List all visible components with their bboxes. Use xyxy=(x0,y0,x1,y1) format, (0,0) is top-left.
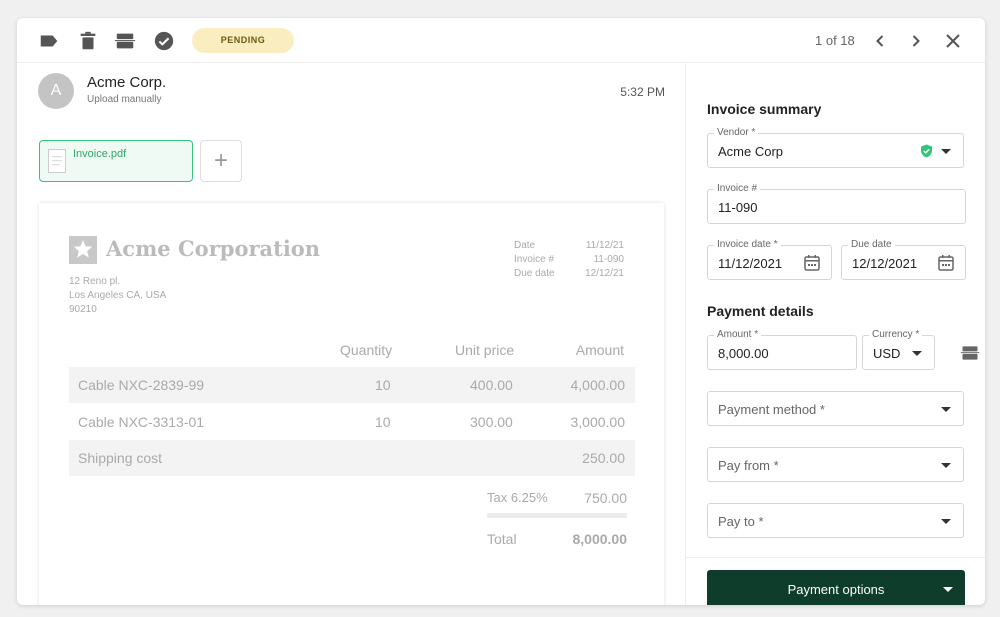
invoice-date-field[interactable]: Invoice date * 11/12/2021 xyxy=(707,239,832,280)
field-value: 11/12/2021 xyxy=(718,256,783,271)
invoice-preview: Acme Corporation 12 Reno pl. Los Angeles… xyxy=(39,203,664,605)
column-header-unit-price: Unit price xyxy=(455,342,515,358)
meta-value: 11-090 xyxy=(593,254,624,265)
add-attachment-button[interactable]: + xyxy=(200,140,242,182)
pay-from-select[interactable]: Pay from * xyxy=(707,447,964,482)
row-price: 300.00 xyxy=(470,414,513,430)
row-amount: 3,000.00 xyxy=(570,414,626,430)
message-pane: A Acme Corp. Upload manually 5:32 PM Inv… xyxy=(17,63,685,605)
address-line: 90210 xyxy=(69,304,97,315)
table-row: Cable NXC-3313-01 10 300.00 3,000.00 xyxy=(69,404,635,440)
archive-icon[interactable] xyxy=(960,343,980,363)
chevron-down-icon[interactable] xyxy=(943,587,953,592)
chevron-right-icon[interactable] xyxy=(906,31,926,51)
file-icon xyxy=(48,149,66,173)
meta-value: 12/12/21 xyxy=(585,268,624,279)
row-amount: 250.00 xyxy=(582,450,625,466)
chevron-down-icon xyxy=(941,463,951,468)
payment-method-select[interactable]: Payment method * xyxy=(707,391,964,426)
table-row: Cable NXC-2839-99 10 400.00 4,000.00 xyxy=(69,367,635,403)
sender-name: Acme Corp. xyxy=(87,74,167,91)
invoice-meta-values: 11/12/21 11-090 12/12/21 xyxy=(585,239,624,281)
field-label: Invoice # xyxy=(714,183,761,194)
address-line: Los Angeles CA, USA xyxy=(69,290,167,301)
pager-label: 1 of 18 xyxy=(815,33,855,48)
tax-label: Tax 6.25% xyxy=(487,490,548,505)
row-item: Cable NXC-2839-99 xyxy=(78,377,205,393)
calendar-icon[interactable] xyxy=(937,254,955,272)
field-value: 12/12/2021 xyxy=(852,256,918,271)
row-item: Cable NXC-3313-01 xyxy=(78,414,205,430)
trash-icon[interactable] xyxy=(77,30,99,52)
payment-options-button[interactable]: Payment options xyxy=(707,570,965,605)
close-icon[interactable] xyxy=(943,31,963,51)
meta-value: 11/12/21 xyxy=(585,240,624,251)
tag-icon[interactable] xyxy=(38,30,60,52)
field-label: Invoice date * xyxy=(714,239,781,250)
row-item: Shipping cost xyxy=(78,450,163,466)
row-amount: 4,000.00 xyxy=(570,377,626,393)
chevron-down-icon xyxy=(941,407,951,412)
archive-icon[interactable] xyxy=(114,30,136,52)
meta-label: Invoice # xyxy=(514,254,555,265)
field-label: Amount * xyxy=(714,329,762,340)
sender-source: Upload manually xyxy=(87,94,162,105)
currency-select[interactable]: Currency * USD xyxy=(862,329,935,370)
message-time: 5:32 PM xyxy=(620,85,665,99)
field-label: Currency * xyxy=(869,329,923,340)
field-placeholder: Payment method * xyxy=(718,402,825,417)
divider xyxy=(487,513,627,518)
invoice-modal: PENDING 1 of 18 A Acme Corp. Upload manu… xyxy=(17,18,985,605)
field-value: USD xyxy=(873,346,901,361)
calendar-icon[interactable] xyxy=(803,254,821,272)
due-date-field[interactable]: Due date 12/12/2021 xyxy=(841,239,966,280)
row-qty: 10 xyxy=(375,377,391,393)
column-header-amount: Amount xyxy=(575,342,624,358)
chevron-down-icon xyxy=(912,351,922,356)
divider xyxy=(686,557,985,558)
column-header-quantity: Quantity xyxy=(340,342,393,358)
shield-check-icon xyxy=(920,144,933,158)
field-label: Due date xyxy=(848,239,895,250)
payment-details-title: Payment details xyxy=(707,303,814,319)
field-value: Acme Corp xyxy=(718,144,784,159)
invoice-meta-labels: Date Invoice # Due date xyxy=(514,239,555,281)
invoice-company: Acme Corporation xyxy=(106,236,321,261)
amount-field[interactable]: Amount * 8,000.00 xyxy=(707,329,857,370)
invoice-number-field[interactable]: Invoice # 11-090 xyxy=(707,183,966,224)
field-placeholder: Pay to * xyxy=(718,514,764,529)
attachment-name: Invoice.pdf xyxy=(73,148,127,160)
invoice-address: 12 Reno pl. Los Angeles CA, USA 90210 xyxy=(69,275,166,317)
pay-to-select[interactable]: Pay to * xyxy=(707,503,964,538)
field-value: 8,000.00 xyxy=(718,346,769,361)
total-label: Total xyxy=(487,531,517,547)
button-label: Payment options xyxy=(787,582,885,597)
meta-label: Date xyxy=(514,240,536,251)
meta-label: Due date xyxy=(514,268,555,279)
toolbar: PENDING 1 of 18 xyxy=(17,18,985,63)
vendor-select[interactable]: Vendor * Acme Corp xyxy=(707,127,964,168)
table-row: Shipping cost 250.00 xyxy=(69,440,635,476)
check-circle-icon[interactable] xyxy=(153,30,175,52)
chevron-down-icon xyxy=(941,519,951,524)
summary-pane: Invoice summary Vendor * Acme Corp Invoi… xyxy=(685,63,985,605)
plus-icon: + xyxy=(213,147,228,174)
chevron-left-icon[interactable] xyxy=(870,31,890,51)
row-qty: 10 xyxy=(375,414,391,430)
invoice-summary-title: Invoice summary xyxy=(707,101,822,117)
field-value: 11-090 xyxy=(718,200,758,215)
row-price: 400.00 xyxy=(470,377,513,393)
field-label: Vendor * xyxy=(714,127,759,138)
star-logo-icon xyxy=(69,236,97,264)
attachment-chip[interactable]: Invoice.pdf xyxy=(39,140,193,182)
avatar: A xyxy=(38,73,74,109)
status-badge: PENDING xyxy=(192,28,294,53)
total-value: 8,000.00 xyxy=(572,531,628,547)
tax-value: 750.00 xyxy=(584,490,627,506)
field-placeholder: Pay from * xyxy=(718,458,779,473)
address-line: 12 Reno pl. xyxy=(69,276,121,287)
chevron-down-icon xyxy=(941,149,951,154)
